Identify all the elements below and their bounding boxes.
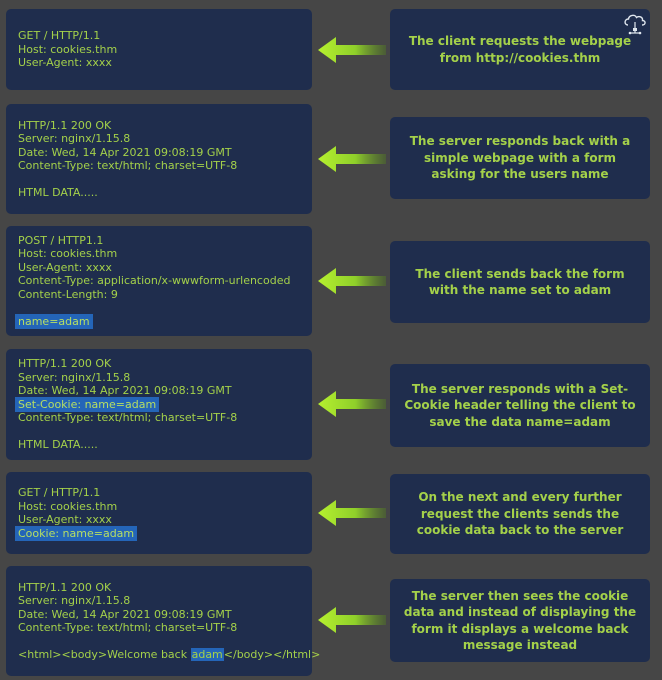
response-box-2: HTTP/1.1 200 OK Server: nginx/1.15.8 Dat… [6,104,312,214]
description-box-5: On the next and every further request th… [390,474,650,554]
http-line: HTTP/1.1 200 OK [18,580,112,594]
left-arrow-icon [318,607,386,633]
left-arrow-icon [318,146,386,172]
cloud-network-icon [624,14,646,35]
http-line [18,425,300,439]
http-line: Content-Length: 9 [18,287,118,301]
http-line: Date: Wed, 14 Apr 2021 09:08:19 GMT [18,384,232,398]
http-line [18,301,300,315]
http-line: Date: Wed, 14 Apr 2021 09:08:19 GMT [18,145,232,159]
http-line: Content-Type: text/html; charset=UTF-8 [18,159,238,172]
http-line: HTTP/1.1 200 OK [18,118,112,132]
http-line: POST / HTTP1.1 [18,233,104,247]
http-line: GET / HTTP/1.1 [18,29,101,43]
http-line: Host: cookies.thm [18,499,118,513]
http-line: HTTP/1.1 200 OK [18,357,112,371]
description-box-6: The server then sees the cookie data and… [390,579,650,662]
http-line: HTML DATA..... [18,186,98,199]
highlighted-set-cookie-header: Set-Cookie: name=adam [15,396,160,412]
http-line: Date: Wed, 14 Apr 2021 09:08:19 GMT [18,607,232,621]
html-body-end: </body></html> [223,648,321,661]
http-line: Content-Type: application/x-wwwform-urle… [18,274,291,288]
step-description: The server responds back with a simple w… [409,134,631,182]
http-line: Host: cookies.thm [18,247,118,261]
html-body-start: <html><body>Welcome back [18,648,191,661]
left-arrow-icon [318,268,386,294]
description-box-3: The client sends back the form with the … [390,241,650,323]
request-box-1: GET / HTTP/1.1 Host: cookies.thm User-Ag… [6,9,312,90]
description-box-2: The server responds back with a simple w… [390,117,650,199]
http-line: Server: nginx/1.15.8 [18,132,131,145]
http-line: Server: nginx/1.15.8 [18,594,131,607]
http-line: Content-Type: text/html; charset=UTF-8 [18,621,238,634]
left-arrow-icon [318,500,386,526]
step-description: On the next and every further request th… [416,490,624,538]
step-description: The client sends back the form with the … [415,266,625,298]
request-box-3: POST / HTTP1.1 Host: cookies.thm User-Ag… [6,226,312,336]
highlighted-cookie-header: Cookie: name=adam [15,525,138,541]
http-line: GET / HTTP/1.1 [18,486,101,499]
http-line [18,173,300,187]
http-line: Server: nginx/1.15.8 [18,370,131,384]
step-description: The client requests the webpage from htt… [408,34,632,65]
highlighted-username: adam [190,648,224,661]
http-line: HTML DATA..... [18,438,98,452]
request-box-5: GET / HTTP/1.1 Host: cookies.thm User-Ag… [6,472,312,554]
http-line [18,635,300,649]
highlighted-form-data: name=adam [15,313,93,329]
http-line: User-Agent: xxxx [18,260,112,274]
step-description: The server then sees the cookie data and… [403,588,637,653]
http-line: User-Agent: xxxx [18,56,112,70]
response-box-6: HTTP/1.1 200 OK Server: nginx/1.15.8 Dat… [6,566,320,676]
response-box-4: HTTP/1.1 200 OK Server: nginx/1.15.8 Dat… [6,349,312,460]
description-box-1: The client requests the webpage from htt… [390,9,650,90]
http-line: Host: cookies.thm [18,42,118,56]
html-body-line: <html><body>Welcome back adam</body></ht… [18,648,320,662]
left-arrow-icon [318,37,386,63]
left-arrow-icon [318,391,386,417]
http-line: Content-Type: text/html; charset=UTF-8 [18,411,238,425]
http-line: User-Agent: xxxx [18,513,112,526]
description-box-4: The server responds with a Set-Cookie he… [390,364,650,447]
step-description: The server responds with a Set-Cookie he… [404,381,636,429]
